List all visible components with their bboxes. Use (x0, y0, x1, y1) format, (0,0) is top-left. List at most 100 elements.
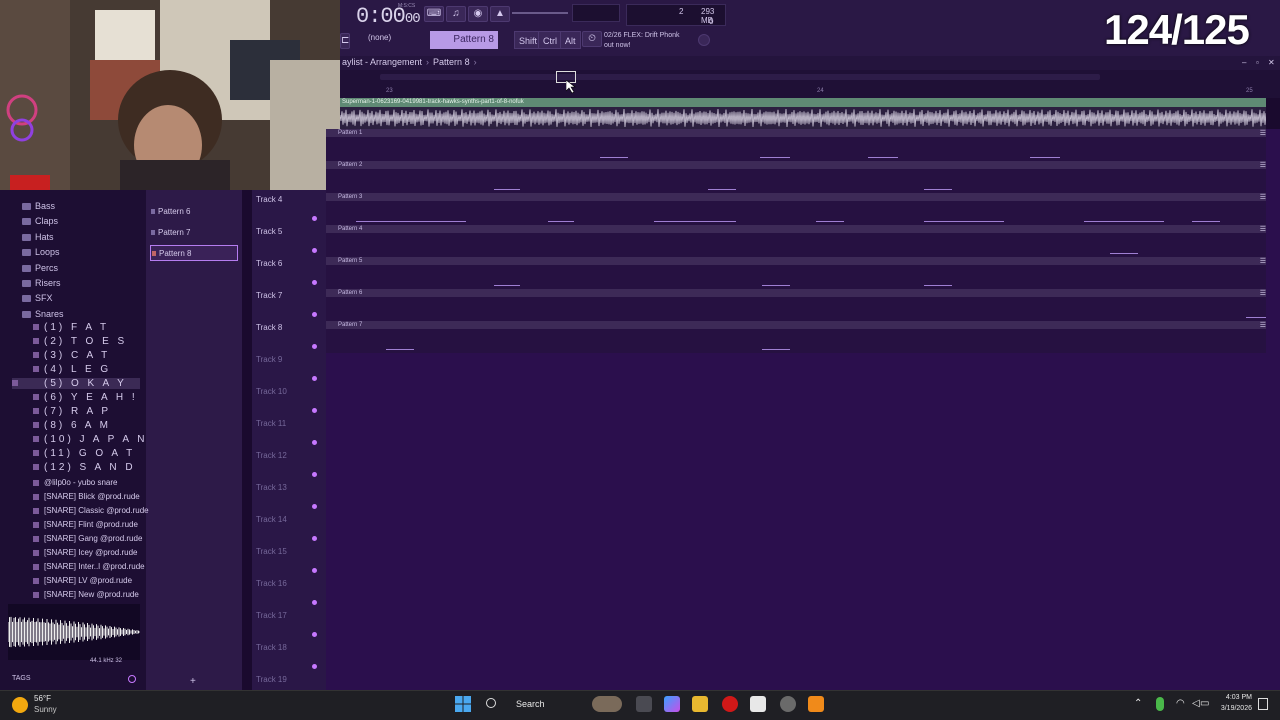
microphone-icon[interactable] (1156, 697, 1164, 711)
add-pattern-button[interactable]: + (190, 676, 196, 687)
clip-menu-icon[interactable]: ☰ (1260, 289, 1266, 297)
master-pitch-slider[interactable] (572, 4, 620, 22)
browser-file[interactable]: [SNARE] New @prod.rude (33, 590, 139, 599)
clip-menu-icon[interactable]: ☰ (1260, 193, 1266, 201)
browser-file[interactable]: @lilp0o - yubo snare (33, 478, 118, 487)
chevron-up-icon[interactable]: ⌃ (1134, 698, 1142, 709)
breadcrumb-root[interactable]: aylist - Arrangement (342, 57, 422, 67)
opera-icon[interactable] (722, 696, 738, 712)
pattern-clip-label[interactable]: Pattern 5 (326, 257, 1266, 265)
clip-menu-icon[interactable]: ☰ (1260, 129, 1266, 137)
track-label[interactable]: Track 12 (256, 451, 287, 460)
browser-folder[interactable]: SFX (22, 293, 53, 303)
track-mute-led[interactable] (312, 632, 317, 637)
browser-file[interactable]: (7) R A P (33, 406, 111, 417)
close-icon[interactable]: ✕ (1268, 58, 1275, 67)
pattern-item[interactable]: Pattern 7 (150, 225, 238, 241)
store-icon[interactable] (750, 696, 766, 712)
sample-preview[interactable] (7, 604, 141, 660)
pattern-lane[interactable]: Pattern 1 ☰ (326, 129, 1280, 161)
snap-icon[interactable]: ⊏ (340, 33, 350, 49)
browser-file[interactable]: [SNARE] Flint @prod.rude (33, 520, 138, 529)
tags-label[interactable]: TAGS (12, 675, 31, 682)
track-label[interactable]: Track 18 (256, 643, 287, 652)
pattern-clip-label[interactable]: Pattern 7 (326, 321, 1266, 329)
browser-file[interactable]: (3) C A T (33, 350, 110, 361)
track-mute-led[interactable] (312, 216, 317, 221)
metronome-icon[interactable]: ▲ (490, 6, 510, 22)
track-mute-led[interactable] (312, 408, 317, 413)
search-icon[interactable] (128, 675, 136, 683)
browser-file[interactable]: [SNARE] Inter..l @prod.rude (33, 562, 145, 571)
fl-studio-icon[interactable] (808, 696, 824, 712)
browser-file[interactable]: [SNARE] LV @prod.rude (33, 576, 132, 585)
pattern-lane[interactable]: Pattern 2 ☰ (326, 161, 1280, 193)
pattern-clip-body[interactable] (326, 169, 1266, 193)
track-label[interactable]: Track 9 (256, 355, 282, 364)
search-highlight-icon[interactable] (592, 696, 622, 712)
track-mute-led[interactable] (312, 344, 317, 349)
pattern-clip-body[interactable] (326, 137, 1266, 161)
copilot-icon[interactable] (664, 696, 680, 712)
pattern-clip-body[interactable] (326, 297, 1266, 321)
browser-file-selected[interactable]: (5) O K A Y (12, 378, 140, 389)
pattern-lane[interactable]: Pattern 3 ☰ (326, 193, 1280, 225)
horizontal-scrollbar[interactable] (380, 74, 1100, 80)
browser-folder[interactable]: Hats (22, 232, 54, 242)
audio-clip-waveform[interactable] (340, 107, 1266, 129)
track-mute-led[interactable] (312, 664, 317, 669)
track-label[interactable]: Track 8 (256, 323, 282, 332)
news-ticker[interactable]: 02/26 FLEX: Drift Phonk out now! (604, 31, 679, 51)
wifi-icon[interactable]: ◠ (1176, 698, 1185, 709)
browser-file[interactable]: (11) G O A T (33, 448, 135, 459)
pattern-lane[interactable]: Pattern 7 ☰ (326, 321, 1280, 353)
wait-icon[interactable]: ◉ (468, 6, 488, 22)
clip-menu-icon[interactable]: ☰ (1260, 321, 1266, 329)
track-label[interactable]: Track 16 (256, 579, 287, 588)
browser-folder[interactable]: Bass (22, 201, 55, 211)
track-label[interactable]: Track 17 (256, 611, 287, 620)
browser-folder[interactable]: Snares (22, 309, 64, 319)
track-mute-led[interactable] (312, 376, 317, 381)
volume-icon[interactable]: ◁ (1192, 698, 1200, 709)
pattern-item[interactable]: Pattern 6 (150, 204, 238, 220)
online-icon[interactable] (698, 34, 710, 46)
browser-file[interactable]: (8) 6 A M (33, 420, 111, 431)
master-volume-slider[interactable] (512, 12, 568, 14)
sun-weather-icon[interactable] (12, 697, 28, 713)
track-mute-led[interactable] (312, 600, 317, 605)
browser-file[interactable]: [SNARE] Icey @prod.rude (33, 548, 138, 557)
track-label[interactable]: Track 10 (256, 387, 287, 396)
browser-file[interactable]: [SNARE] Classic @prod.rude (33, 506, 149, 515)
browser-file[interactable]: [SNARE] Gang @prod.rude (33, 534, 142, 543)
browser-folder[interactable]: Risers (22, 278, 61, 288)
pattern-lane[interactable]: Pattern 4 ☰ (326, 225, 1280, 257)
track-label[interactable]: Track 6 (256, 259, 282, 268)
file-explorer-icon[interactable] (692, 696, 708, 712)
track-mute-led[interactable] (312, 312, 317, 317)
track-mute-led[interactable] (312, 504, 317, 509)
notification-icon[interactable] (1258, 698, 1268, 710)
typing-keyboard-icon[interactable]: ⌨ (424, 6, 444, 22)
browser-file[interactable]: [SNARE] Blick @prod.rude (33, 492, 140, 501)
browser-file[interactable]: (10) J A P A N (33, 434, 148, 445)
track-mute-led[interactable] (312, 568, 317, 573)
clock-time[interactable]: 4:03 PM (1214, 694, 1252, 701)
ctrl-button[interactable]: Ctrl (538, 31, 562, 49)
maximize-icon[interactable]: ▫ (1256, 58, 1259, 67)
track-mute-led[interactable] (312, 280, 317, 285)
pattern-clip-body[interactable] (326, 329, 1266, 353)
weather-condition[interactable]: Sunny (34, 705, 57, 714)
browser-file[interactable]: (4) L E G (33, 364, 111, 375)
pattern-lane[interactable]: Pattern 6 ☰ (326, 289, 1280, 321)
track-label[interactable]: Track 19 (256, 675, 287, 684)
pattern-clip-label[interactable]: Pattern 3 (326, 193, 1266, 201)
browser-file[interactable]: (6) Y E A H ! (33, 392, 138, 403)
track-mute-led[interactable] (312, 536, 317, 541)
track-label[interactable]: Track 11 (256, 419, 286, 428)
pattern-clip-body[interactable] (326, 265, 1266, 289)
clip-menu-icon[interactable]: ☰ (1260, 225, 1266, 233)
track-label[interactable]: Track 14 (256, 515, 287, 524)
clip-menu-icon[interactable]: ☰ (1260, 257, 1266, 265)
browser-file[interactable]: (12) S A N D (33, 462, 136, 473)
